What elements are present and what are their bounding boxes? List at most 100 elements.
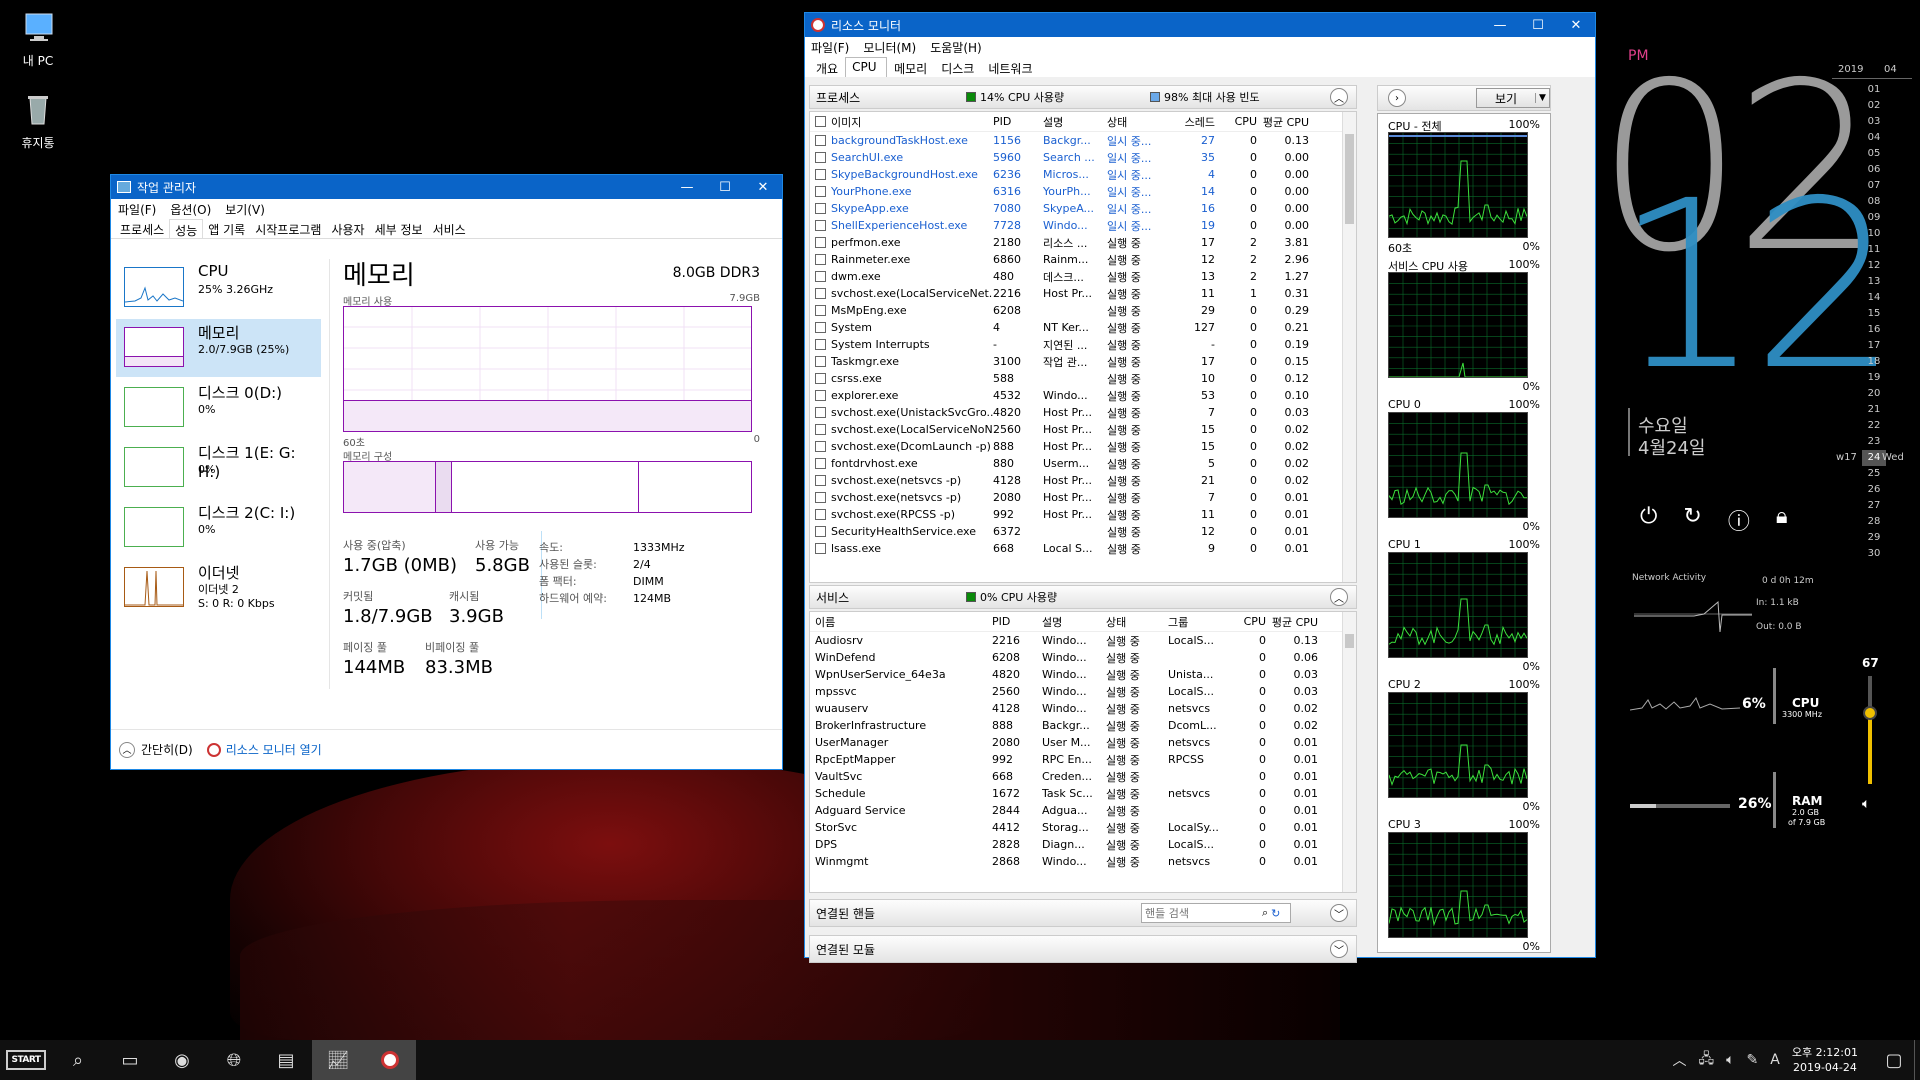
table-row[interactable]: SkypeApp.exe 7080 SkypeA... 일시 중... 16 0 0.00 xyxy=(810,200,1356,217)
table-row[interactable]: System 4 NT Ker... 실행 중 127 0 0.21 xyxy=(810,319,1356,336)
tray-overflow-chevron-icon[interactable]: ︿ xyxy=(1673,1050,1687,1070)
sidebar-item-ethernet[interactable]: 이더넷 이더넷 2 S: 0 R: 0 Kbps xyxy=(116,559,321,617)
row-checkbox[interactable] xyxy=(815,407,826,418)
table-row[interactable]: StorSvc 4412 Storag... 실행 중 LocalSy... 0 0.01 xyxy=(810,819,1356,836)
column-header[interactable]: 이름 xyxy=(810,614,992,630)
table-row[interactable]: svchost.exe(LocalServiceNoN... 2560 Host P… xyxy=(810,421,1356,438)
table-row[interactable]: Rainmeter.exe 6860 Rainm... 실행 중 12 2 2.96 xyxy=(810,251,1356,268)
table-row[interactable]: svchost.exe(LocalServiceNet... 2216 Host P… xyxy=(810,285,1356,302)
processes-section-header[interactable]: 프로세스 14% CPU 사용량 98% 최대 사용 빈도 ︿ xyxy=(809,85,1357,109)
expand-chevron-icon[interactable]: ﹀ xyxy=(1330,904,1348,922)
row-checkbox[interactable] xyxy=(815,135,826,146)
table-row[interactable]: explorer.exe 4532 Windo... 실행 중 53 0 0.10 xyxy=(810,387,1356,404)
table-row[interactable]: MsMpEng.exe 6208 실행 중 29 0 0.29 xyxy=(810,302,1356,319)
notification-icon[interactable]: ▢ xyxy=(1874,1040,1914,1080)
taskbar-clock[interactable]: 오후 2:12:01 2019-04-24 xyxy=(1792,1045,1858,1075)
sidebar-item-memory[interactable]: 메모리 2.0/7.9GB (25%) xyxy=(116,319,321,377)
column-header[interactable]: 평균 CPU xyxy=(1270,614,1322,630)
table-row[interactable]: svchost.exe(DcomLaunch -p) 888 Host Pr... 실… xyxy=(810,438,1356,455)
speaker-icon[interactable]: 🔈︎ xyxy=(1862,796,1870,812)
row-checkbox[interactable] xyxy=(815,475,826,486)
browser-icon[interactable]: 🌐︎ xyxy=(208,1040,260,1080)
sleep-icon[interactable]: ⓘ xyxy=(1728,504,1750,536)
column-header[interactable]: 평균 CPU xyxy=(1261,114,1313,130)
menu-view[interactable]: 보기(V) xyxy=(225,201,265,218)
show-desktop-button[interactable] xyxy=(1914,1040,1920,1080)
table-row[interactable]: WpnUserService_64e3a 4820 Windo... 실행 중 Unis… xyxy=(810,666,1356,683)
column-header[interactable]: 상태 xyxy=(1107,114,1169,130)
file-explorer-icon[interactable]: ▤ xyxy=(260,1040,312,1080)
row-checkbox[interactable] xyxy=(815,305,826,316)
volume-icon[interactable]: 🔈︎ xyxy=(1726,1052,1734,1068)
volume-slider-thumb[interactable] xyxy=(1863,706,1877,720)
row-checkbox[interactable] xyxy=(815,339,826,350)
resource-monitor-taskbar-icon[interactable] xyxy=(364,1040,416,1080)
table-row[interactable]: Audiosrv 2216 Windo... 실행 중 LocalS... 0 0.13 xyxy=(810,632,1356,649)
table-row[interactable]: SecurityHealthService.exe 6372 실행 중 12 0 0.01 xyxy=(810,523,1356,540)
table-row[interactable]: System Interrupts - 지연된 ... 실행 중 - 0 0.19 xyxy=(810,336,1356,353)
row-checkbox[interactable] xyxy=(815,509,826,520)
row-checkbox[interactable] xyxy=(815,441,826,452)
column-header[interactable]: 설명 xyxy=(1042,614,1106,630)
row-checkbox[interactable] xyxy=(815,220,826,231)
row-checkbox[interactable] xyxy=(815,203,826,214)
tab-app-history[interactable]: 앱 기록 xyxy=(203,219,250,238)
column-header[interactable]: 이미지 xyxy=(831,114,993,130)
column-header[interactable]: 상태 xyxy=(1106,614,1168,630)
table-row[interactable]: WinDefend 6208 Windo... 실행 중 0 0.06 xyxy=(810,649,1356,666)
tab-memory[interactable]: 메모리 xyxy=(887,57,934,77)
handle-search-input[interactable] xyxy=(1142,906,1262,920)
select-all-checkbox[interactable] xyxy=(815,116,826,127)
row-checkbox[interactable] xyxy=(815,288,826,299)
table-row[interactable]: SearchUI.exe 5960 Search ... 일시 중... 35 0 0.00 xyxy=(810,149,1356,166)
table-row[interactable]: perfmon.exe 2180 리소스 ... 실행 중 17 2 3.81 xyxy=(810,234,1356,251)
tab-disk[interactable]: 디스크 xyxy=(934,57,981,77)
table-row[interactable]: Schedule 1672 Task Sc... 실행 중 netsvcs 0 0.01 xyxy=(810,785,1356,802)
table-row[interactable]: SkypeBackgroundHost.exe 6236 Micros... 일시 중… xyxy=(810,166,1356,183)
collapse-chevron-icon[interactable]: ︿ xyxy=(1330,88,1348,106)
view-dropdown[interactable]: 보기 ▼ xyxy=(1476,88,1550,108)
row-checkbox[interactable] xyxy=(815,169,826,180)
lock-icon[interactable]: 🔒︎ xyxy=(1776,504,1788,536)
handles-section-header[interactable]: 연결된 핸들 ⌕ ↻ ﹀ xyxy=(809,899,1357,927)
row-checkbox[interactable] xyxy=(815,152,826,163)
column-header[interactable]: CPU xyxy=(1219,115,1261,128)
services-section-header[interactable]: 서비스 0% CPU 사용량 ︿ xyxy=(809,585,1357,609)
volume-slider[interactable] xyxy=(1863,676,1877,784)
table-row[interactable]: ShellExperienceHost.exe 7728 Windo... 일시 중.… xyxy=(810,217,1356,234)
maximize-button[interactable]: ☐ xyxy=(706,175,744,199)
row-checkbox[interactable] xyxy=(815,254,826,265)
column-header[interactable]: 스레드 xyxy=(1169,114,1219,130)
table-row[interactable]: dwm.exe 480 데스크... 실행 중 13 2 1.27 xyxy=(810,268,1356,285)
row-checkbox[interactable] xyxy=(815,271,826,282)
menu-file[interactable]: 파일(F) xyxy=(811,39,849,56)
circle-app-icon[interactable]: ◉ xyxy=(156,1040,208,1080)
graph-pane-scrollbar[interactable] xyxy=(1569,85,1595,953)
refresh-icon[interactable]: ↻ xyxy=(1271,907,1280,920)
menu-options[interactable]: 옵션(O) xyxy=(170,201,211,218)
desktop-icon-recycle-bin[interactable]: 휴지통 xyxy=(3,90,73,151)
tab-overview[interactable]: 개요 xyxy=(809,57,845,77)
table-row[interactable]: VaultSvc 668 Creden... 실행 중 0 0.01 xyxy=(810,768,1356,785)
fewer-details-button[interactable]: ︿ 간단히(D) xyxy=(119,741,193,758)
expand-chevron-icon[interactable]: ﹀ xyxy=(1330,940,1348,958)
title-bar[interactable]: 리소스 모니터 — ☐ ✕ xyxy=(805,13,1595,37)
column-header[interactable]: PID xyxy=(992,615,1042,628)
tab-network[interactable]: 네트워크 xyxy=(981,57,1039,77)
ime-indicator[interactable]: A xyxy=(1770,1052,1780,1068)
tab-startup[interactable]: 시작프로그램 xyxy=(250,219,326,238)
tab-users[interactable]: 사용자 xyxy=(326,219,369,238)
row-checkbox[interactable] xyxy=(815,492,826,503)
table-row[interactable]: svchost.exe(UnistackSvcGro... 4820 Host Pr… xyxy=(810,404,1356,421)
row-checkbox[interactable] xyxy=(815,390,826,401)
table-row[interactable]: Winmgmt 2868 Windo... 실행 중 netsvcs 0 0.01 xyxy=(810,853,1356,870)
table-row[interactable]: YourPhone.exe 6316 YourPh... 일시 중... 14 0 0.00 xyxy=(810,183,1356,200)
restart-icon[interactable]: ↻ xyxy=(1683,504,1701,536)
power-icon[interactable]: ⏻ xyxy=(1640,504,1657,536)
tab-processes[interactable]: 프로세스 xyxy=(115,219,169,238)
table-row[interactable]: RpcEptMapper 992 RPC En... 실행 중 RPCSS 0 0.01 xyxy=(810,751,1356,768)
sidebar-item-disk-0[interactable]: 디스크 0(D:) 0% xyxy=(116,379,321,437)
row-checkbox[interactable] xyxy=(815,424,826,435)
collapse-chevron-icon[interactable]: ︿ xyxy=(1330,588,1348,606)
menu-monitor[interactable]: 모니터(M) xyxy=(863,39,916,56)
